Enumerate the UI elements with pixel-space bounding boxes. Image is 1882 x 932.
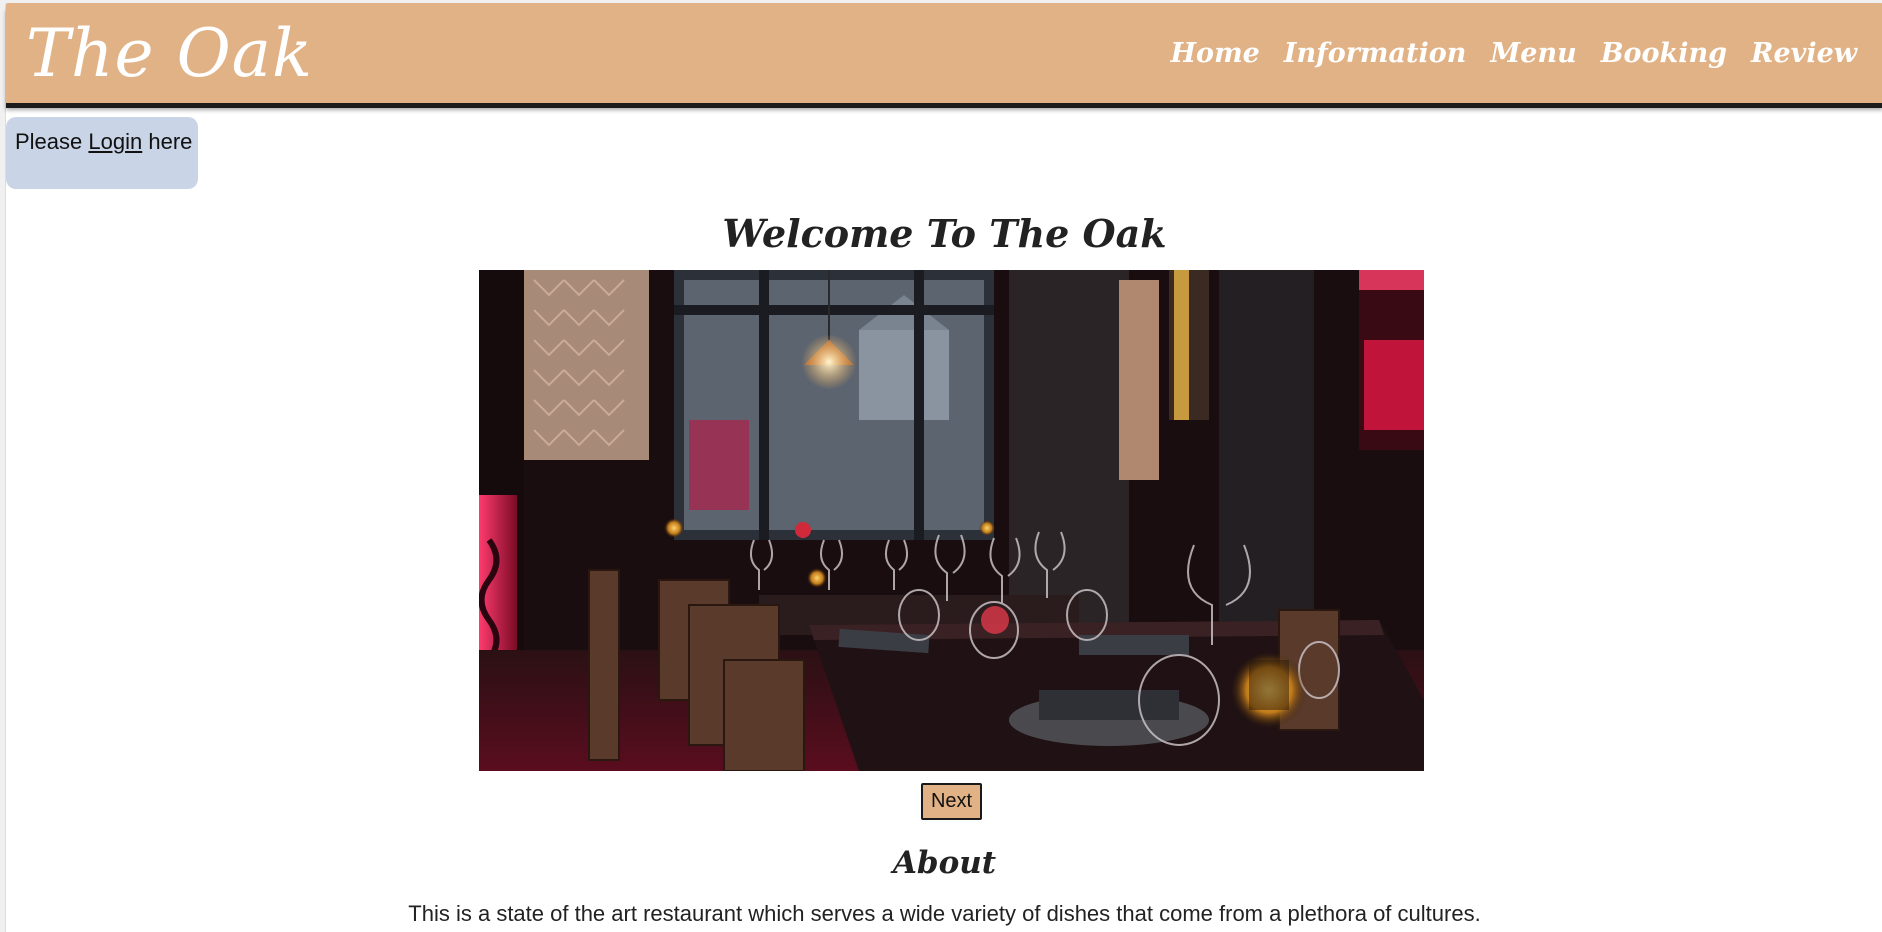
nav-booking-link[interactable]: Booking	[1601, 38, 1727, 69]
page: The Oak Home Information Menu Booking Re…	[5, 3, 1882, 932]
nav-information-link[interactable]: Information	[1284, 38, 1467, 69]
login-prompt-box: Please Login here	[6, 117, 198, 189]
about-description: This is a state of the art restaurant wh…	[408, 901, 1481, 926]
restaurant-interior-image	[479, 270, 1424, 771]
nav-home-link[interactable]: Home	[1171, 38, 1260, 69]
main-nav: Home Information Menu Booking Review	[1147, 33, 1857, 73]
about-heading: About	[892, 845, 997, 881]
slideshow-next-button[interactable]: Next	[921, 783, 982, 820]
login-prompt-prefix: Please	[15, 129, 83, 154]
site-logo-title[interactable]: The Oak	[26, 9, 313, 99]
welcome-heading: Welcome To The Oak	[722, 211, 1167, 256]
nav-review-link[interactable]: Review	[1751, 38, 1857, 69]
nav-menu-link[interactable]: Menu	[1490, 38, 1576, 69]
top-navbar: The Oak Home Information Menu Booking Re…	[6, 3, 1882, 103]
login-link[interactable]: Login	[88, 129, 142, 154]
restaurant-photo-slideshow	[479, 270, 1424, 771]
login-prompt-suffix: here	[148, 129, 193, 154]
